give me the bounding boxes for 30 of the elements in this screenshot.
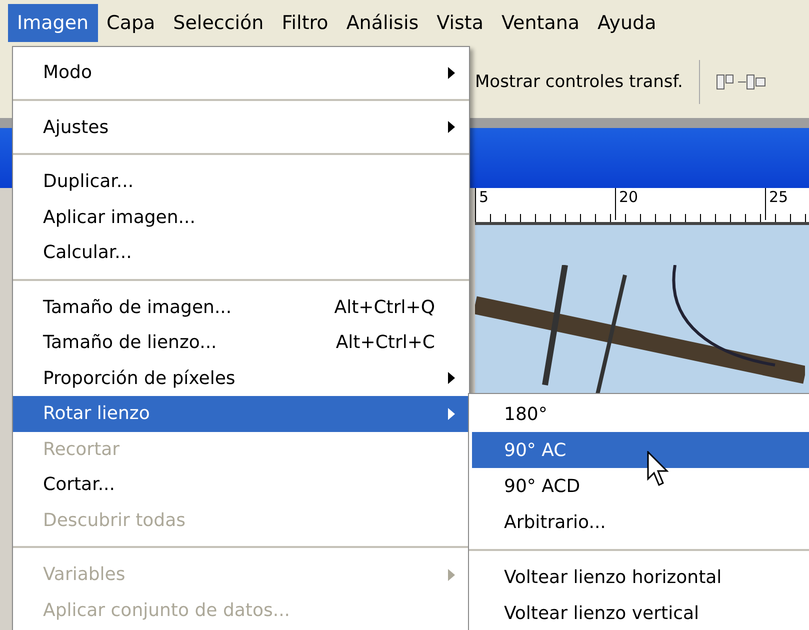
ruler-label: 5 bbox=[475, 188, 489, 220]
transform-controls-label[interactable]: Mostrar controles transf. bbox=[475, 72, 683, 92]
menu-item[interactable]: Voltear lienzo horizontal bbox=[472, 559, 809, 595]
menu-bar-item[interactable]: Ventana bbox=[492, 4, 589, 42]
menu-bar-item[interactable]: Capa bbox=[98, 4, 164, 42]
menu-item[interactable]: Duplicar... bbox=[13, 164, 469, 200]
menu-item[interactable]: Tamaño de lienzo... Alt+Ctrl+C bbox=[13, 325, 469, 360]
menu-item[interactable]: Arbitrario... bbox=[472, 504, 809, 540]
menu-item[interactable]: Ajustes bbox=[13, 110, 469, 145]
mouse-pointer-icon bbox=[647, 451, 669, 487]
align-icon[interactable] bbox=[716, 72, 766, 92]
menu-item[interactable]: Cortar... bbox=[13, 467, 469, 502]
menu-item[interactable]: Proporción de píxeles bbox=[13, 360, 469, 396]
menu-bar-item[interactable]: Vista bbox=[428, 4, 492, 42]
menu-item[interactable]: Rotar lienzo bbox=[13, 396, 469, 432]
menu-bar-item[interactable]: Selección bbox=[164, 4, 273, 42]
menu-bar-item[interactable]: Ayuda bbox=[588, 4, 666, 42]
menu-bar-item[interactable]: Imagen bbox=[8, 4, 98, 42]
menu-item[interactable]: Calcular... bbox=[13, 235, 469, 270]
menu-item[interactable]: Aplicar imagen... bbox=[13, 200, 469, 235]
menu-item[interactable]: Voltear lienzo vertical bbox=[472, 595, 809, 630]
menu-bar-item[interactable]: Análisis bbox=[337, 4, 428, 42]
menu-item[interactable]: Modo bbox=[13, 55, 469, 90]
menu-item[interactable]: 180° bbox=[472, 396, 809, 432]
ruler-label: 20 bbox=[615, 188, 638, 220]
menu-item[interactable]: 90° AC bbox=[472, 432, 809, 468]
menu-item[interactable]: Tamaño de imagen... Alt+Ctrl+Q bbox=[13, 290, 469, 325]
ruler-label: 25 bbox=[765, 188, 788, 220]
menu-item[interactable]: 90° ACD bbox=[472, 468, 809, 504]
menu-bar-item[interactable]: Filtro bbox=[272, 4, 338, 42]
